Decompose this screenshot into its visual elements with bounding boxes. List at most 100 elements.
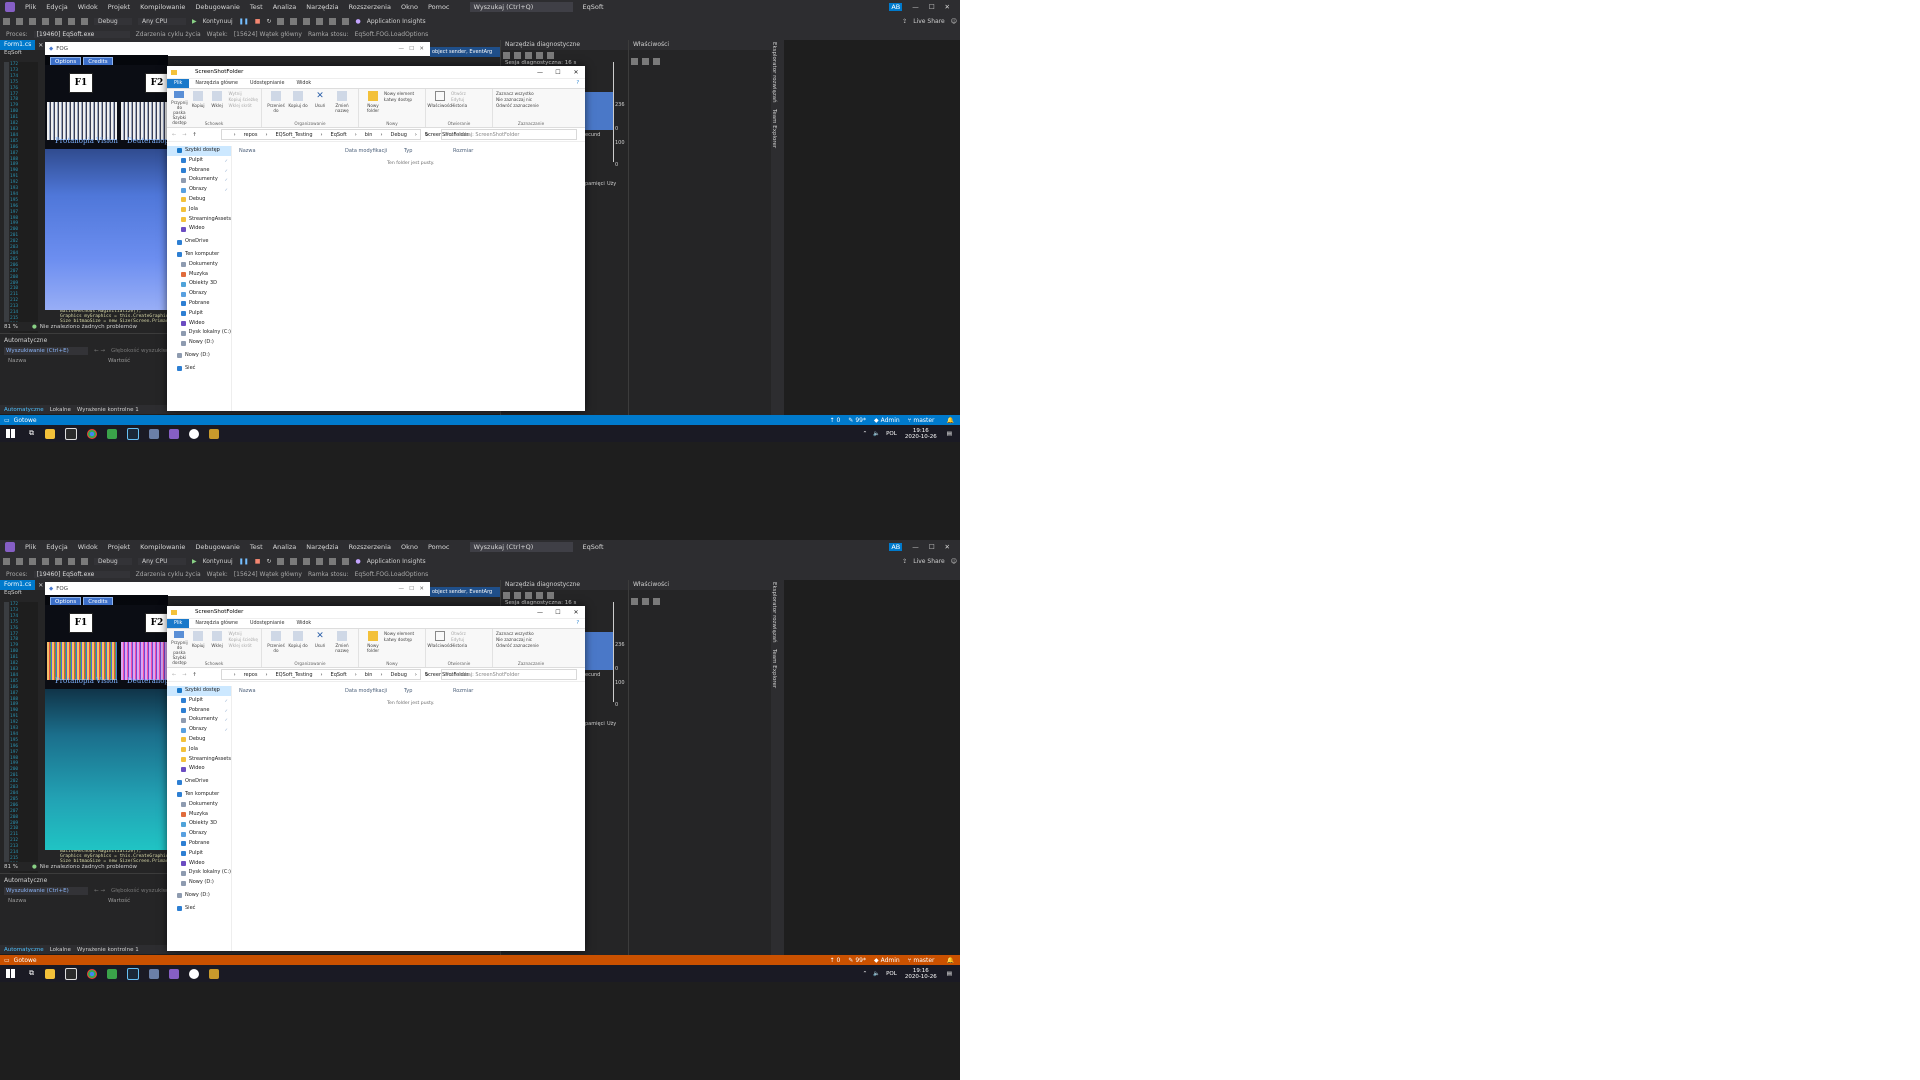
address-bar[interactable]: › repos › EQSoft_Testing › EqSoft › bin › Debug › S… [220, 129, 469, 140]
fog-window-titlebar[interactable]: ◆ FOG — ☐ ✕ [45, 42, 430, 56]
nav-item[interactable]: Pobrane [167, 839, 231, 849]
task-view-icon[interactable]: ⧉ [29, 969, 34, 978]
menu-item[interactable]: Debugowanie [195, 3, 240, 11]
ribbon-tab-file[interactable]: Plik [167, 619, 190, 628]
autos-search-input[interactable]: Wyszukiwanie (Ctrl+E) [4, 887, 88, 895]
taskbar-visual-studio-icon[interactable] [169, 428, 179, 439]
menu-item[interactable]: Test [250, 543, 263, 551]
breadcrumb-separator-icon[interactable]: › [234, 132, 236, 138]
nav-arrows-icon[interactable]: ← → [94, 888, 105, 894]
nav-item[interactable]: Pobrane [167, 299, 231, 309]
action-center-icon[interactable]: ▤ [947, 971, 952, 977]
f1-key[interactable]: F1 [69, 73, 93, 93]
menu-item[interactable]: Widok [78, 543, 98, 551]
breadcrumb-item[interactable]: bin [365, 132, 373, 138]
team-explorer-tab[interactable]: Team Explorer [771, 649, 777, 688]
menu-item[interactable]: Okno [401, 543, 418, 551]
invert-selection-button[interactable]: Odwróć zaznaczenie [496, 643, 539, 649]
menu-item[interactable]: Kompilowanie [140, 543, 185, 551]
app-insights-button[interactable]: Application Insights [367, 558, 426, 565]
menu-item[interactable]: Edycja [46, 3, 67, 11]
tab-form1-cs[interactable]: Form1.cs [0, 40, 36, 50]
scrollbar-left[interactable] [4, 602, 9, 862]
pause-icon[interactable]: ❚❚ [239, 558, 249, 565]
nav-item[interactable]: Muzyka [167, 810, 231, 820]
step-out-icon[interactable] [303, 17, 311, 25]
taskbar-chrome-icon[interactable] [87, 428, 97, 439]
pin-quick-access-button[interactable]: Przypnij do paska Szybki dostęp [171, 91, 188, 125]
nav-item[interactable]: Wideo [167, 319, 231, 329]
maximize-button[interactable]: ☐ [929, 543, 935, 551]
config-dropdown[interactable]: Debug [94, 17, 132, 25]
back-icon[interactable] [3, 557, 10, 565]
nav-item[interactable]: Szybki dostęp [167, 146, 231, 156]
diag-zoom-in-icon[interactable] [525, 51, 532, 59]
status-changes[interactable]: 99* [855, 417, 866, 424]
tab-watch[interactable]: Wyrażenie kontrolne 1 [77, 407, 139, 413]
search-input[interactable]: Wyszukaj (Ctrl+Q) [469, 2, 573, 12]
rename-button[interactable]: Zmień nazwę [332, 91, 352, 125]
pin-icon[interactable]: ✓ [225, 696, 228, 706]
no-issues-text[interactable]: Nie znaleziono żadnych problemów [40, 864, 137, 870]
game-viewport[interactable]: Options Credits F1 F2 Protanopia Vision … [45, 55, 175, 310]
f2-key[interactable]: F2 [145, 73, 169, 93]
nav-item[interactable]: Obrazy ✓ [167, 185, 231, 195]
notifications-icon[interactable]: 🔔 [947, 417, 954, 424]
breadcrumb-item[interactable]: EQSoft_Testing [275, 132, 312, 138]
explorer-search-input[interactable]: Przeszukaj: ScreenShotFolder [440, 129, 577, 140]
copy-to-button[interactable]: Kopiuj do [288, 631, 308, 665]
fog-window-controls[interactable]: — ☐ ✕ [398, 46, 424, 52]
taskbar-explorer-icon[interactable] [45, 428, 55, 439]
save-all-icon[interactable] [55, 17, 62, 25]
delete-button[interactable]: ✕ Usuń [310, 91, 330, 125]
maximize-button[interactable]: ☐ [929, 3, 935, 11]
address-bar[interactable]: › repos › EQSoft_Testing › EqSoft › bin › Debug › S… [220, 669, 469, 680]
nav-item[interactable]: Muzyka [167, 270, 231, 280]
process-dropdown[interactable]: [19460] EqSoft.exe [33, 570, 130, 578]
taskbar-sketch-icon[interactable] [107, 428, 117, 439]
column-name[interactable]: Nazwa [239, 148, 256, 154]
properties-button[interactable]: Właściwości [427, 631, 453, 665]
clock[interactable]: 19:16 2020-10-26 [905, 968, 937, 980]
properties-button[interactable]: Właściwości [427, 91, 453, 125]
column-size[interactable]: Rozmiar [453, 688, 473, 694]
ribbon-tab-view[interactable]: Widok [290, 621, 317, 626]
app-insights-button[interactable]: Application Insights [367, 18, 426, 25]
new-project-icon[interactable] [29, 557, 36, 565]
nav-item[interactable]: Pulpit ✓ [167, 156, 231, 166]
nav-item[interactable]: OneDrive [167, 237, 231, 247]
zoom-level[interactable]: 81 % [4, 864, 18, 870]
diag-reset-icon[interactable] [547, 591, 554, 599]
categorized-icon[interactable] [631, 58, 638, 65]
taskbar-chrome-icon[interactable] [87, 968, 97, 979]
tray-chevron-icon[interactable]: ⌃ [863, 431, 868, 437]
diag-settings-icon[interactable] [503, 591, 510, 599]
nav-item[interactable]: Pobrane ✓ [167, 706, 231, 716]
menu-item[interactable]: Test [250, 3, 263, 11]
ribbon-tab-view[interactable]: Widok [290, 81, 317, 86]
up-arrow-icon[interactable]: ↑ [192, 132, 196, 138]
nav-item[interactable]: StreamingAssets [167, 215, 231, 225]
move-to-button[interactable]: Przenieś do [266, 631, 286, 665]
pin-icon[interactable]: ✓ [225, 715, 228, 725]
explorer-maximize-button[interactable]: ☐ [549, 609, 567, 616]
method-dropdown[interactable]: object sender, EventArg [430, 587, 500, 597]
status-branch[interactable]: master [913, 957, 934, 964]
breadcrumb-separator-icon[interactable]: › [380, 132, 382, 138]
menu-item[interactable]: Kompilowanie [140, 3, 185, 11]
thread-dropdown[interactable]: [15624] Wątek główny [234, 31, 302, 38]
autos-col-name[interactable]: Nazwa [8, 358, 108, 364]
refresh-icon[interactable]: ↻ [425, 132, 429, 138]
close-button[interactable]: ✕ [945, 543, 950, 551]
breadcrumb-separator-icon[interactable]: › [321, 132, 323, 138]
continue-icon[interactable]: ▶ [192, 18, 197, 25]
save-all-icon[interactable] [55, 557, 62, 565]
nav-item[interactable]: Wideo [167, 859, 231, 869]
platform-dropdown[interactable]: Any CPU [138, 17, 186, 25]
solution-explorer-tab[interactable]: Eksplorator rozwiązań [771, 582, 777, 643]
notifications-icon[interactable]: 🔔 [947, 957, 954, 964]
close-button[interactable]: ✕ [945, 3, 950, 11]
thread-dropdown[interactable]: [15624] Wątek główny [234, 571, 302, 578]
nav-item[interactable]: Ten komputer [167, 790, 231, 800]
pin-icon[interactable]: ✓ [225, 166, 228, 176]
